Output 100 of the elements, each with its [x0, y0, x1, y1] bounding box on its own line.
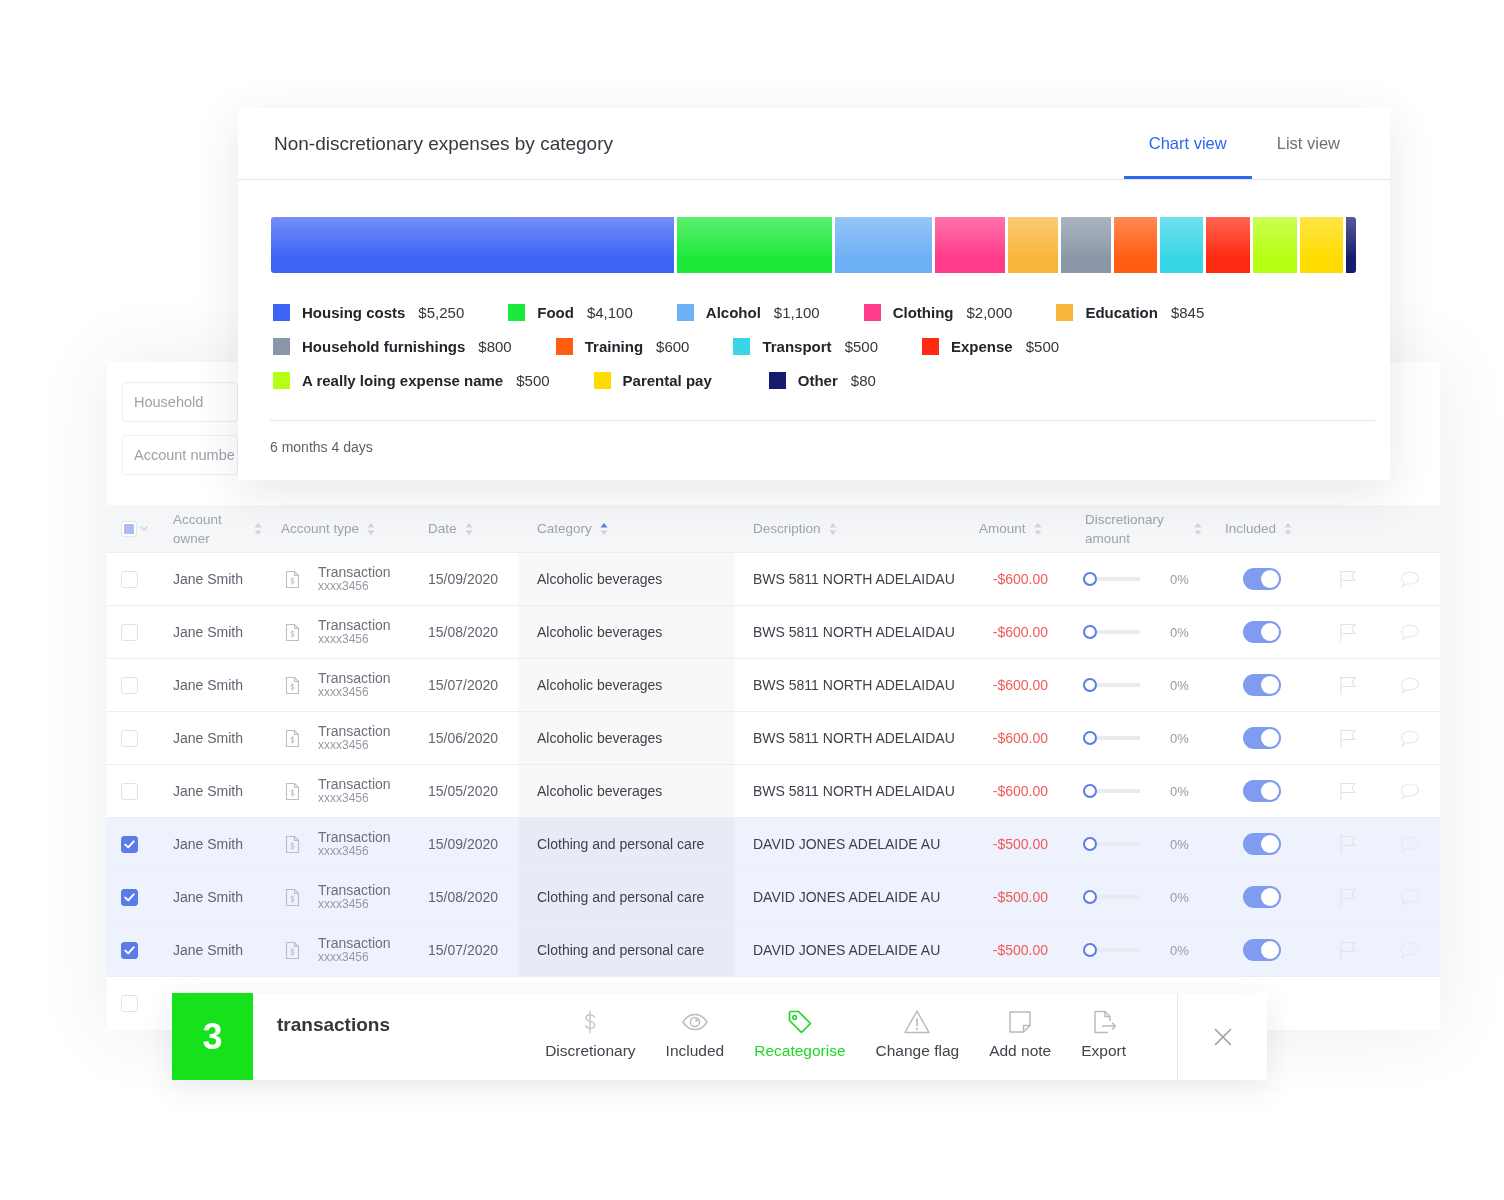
comment-icon[interactable] — [1400, 570, 1420, 588]
legend-label: Transport — [762, 337, 832, 355]
account-number: xxxx3456 — [318, 792, 370, 805]
row-checkbox[interactable] — [121, 835, 138, 853]
slider-thumb[interactable] — [1083, 625, 1097, 639]
comment-icon[interactable] — [1400, 623, 1420, 641]
action-button[interactable]: Included — [665, 1008, 725, 1061]
legend-value: $600 — [656, 337, 690, 355]
table-row[interactable]: Jane Smith Transaction xxxx3456 15/07/2020 Clothing and personal care DAVID JONES ADELAIDE AU -$500.00 0% — [107, 924, 1440, 977]
bar-segment — [1346, 217, 1356, 273]
document-icon — [285, 569, 300, 589]
account-type: Transaction — [318, 671, 391, 686]
table-cell: Alcoholic beverages — [519, 553, 735, 605]
legend-label: Parental pay — [622, 371, 712, 389]
table-cell-text: -$500.00 — [991, 888, 1049, 907]
account-number: xxxx3456 — [318, 898, 370, 911]
flag-icon[interactable] — [1338, 569, 1358, 589]
slider-thumb[interactable] — [1083, 890, 1097, 904]
table-row[interactable]: Jane Smith Transaction xxxx3456 15/09/2020 Clothing and personal care DAVID JONES ADELAIDE AU -$500.00 0% — [107, 818, 1440, 871]
legend-label: Clothing — [892, 303, 954, 321]
bar-segment — [1160, 217, 1203, 273]
table-cell-text: Jane Smith — [172, 729, 245, 748]
table-cell-text: -$600.00 — [991, 570, 1049, 589]
slider-thumb[interactable] — [1083, 943, 1097, 957]
table-cell-text: DAVID JONES ADELAIDE AU — [752, 835, 942, 854]
action-button[interactable]: Add note — [989, 1008, 1052, 1061]
table-cell-text: 15/08/2020 — [427, 623, 500, 642]
close-icon — [1212, 1026, 1233, 1047]
flag-icon[interactable] — [1338, 622, 1358, 642]
slider-thumb[interactable] — [1083, 784, 1097, 798]
table-cell-text: 15/07/2020 — [427, 941, 500, 960]
bar-segment — [1061, 217, 1111, 273]
legend-value: $800 — [478, 337, 512, 355]
included-toggle[interactable] — [1243, 727, 1281, 749]
document-icon — [285, 887, 300, 907]
included-toggle[interactable] — [1243, 939, 1281, 961]
included-toggle[interactable] — [1243, 621, 1281, 643]
comment-icon[interactable] — [1400, 729, 1420, 747]
table-cell-text: BWS 5811 NORTH ADELAIDAU — [752, 782, 956, 801]
sort-icon[interactable] — [599, 521, 608, 536]
table-row[interactable]: Jane Smith Transaction xxxx3456 15/07/2020 Alcoholic beverages BWS 5811 NORTH ADELAIDAU -$600.00 0% — [107, 659, 1440, 712]
table-cell-text: -$600.00 — [991, 676, 1049, 695]
select-all-checkbox[interactable] — [121, 520, 137, 537]
table-cell-text: -$600.00 — [991, 729, 1049, 748]
legend-label: Education — [1085, 303, 1158, 321]
row-checkbox[interactable] — [121, 888, 138, 906]
comment-icon[interactable] — [1400, 676, 1420, 694]
legend-value: $2,000 — [966, 303, 1013, 321]
warning-icon — [903, 1008, 932, 1036]
table-cell-text: DAVID JONES ADELAIDE AU — [752, 888, 942, 907]
filter-field[interactable]: Household — [122, 382, 238, 422]
included-toggle[interactable] — [1243, 886, 1281, 908]
period-text: 6 months 4 days — [270, 439, 373, 455]
table-row[interactable]: Jane Smith Transaction xxxx3456 15/08/2020 Alcoholic beverages BWS 5811 NORTH ADELAIDAU -$600.00 0% — [107, 606, 1440, 659]
table-cell-text: 15/09/2020 — [427, 835, 500, 854]
flag-icon[interactable] — [1338, 728, 1358, 748]
slider-thumb[interactable] — [1083, 837, 1097, 851]
table-row[interactable]: Jane Smith Transaction xxxx3456 15/09/2020 Alcoholic beverages BWS 5811 NORTH ADELAIDAU -$600.00 0% — [107, 553, 1440, 606]
account-type: Transaction — [318, 936, 391, 951]
row-checkbox[interactable] — [121, 941, 138, 959]
legend-label: Food — [537, 303, 574, 321]
legend-value: $4,100 — [586, 303, 633, 321]
flag-icon[interactable] — [1338, 675, 1358, 695]
slider-thumb[interactable] — [1083, 572, 1097, 586]
view-tab[interactable]: List view — [1251, 108, 1365, 179]
table-cell-text: BWS 5811 NORTH ADELAIDAU — [752, 676, 956, 695]
account-type: Transaction — [318, 565, 391, 580]
checkmark-icon — [124, 945, 135, 955]
view-tab[interactable]: Chart view — [1123, 108, 1252, 179]
included-toggle[interactable] — [1243, 780, 1281, 802]
caret-icon[interactable] — [140, 526, 148, 531]
table-cell: Clothing and personal care — [519, 924, 735, 976]
action-button[interactable]: Export — [1081, 1008, 1126, 1061]
table-row[interactable]: Jane Smith Transaction xxxx3456 15/08/2020 Clothing and personal care DAVID JONES ADELAIDE AU -$500.00 0% — [107, 871, 1440, 924]
table-cell-text: Jane Smith — [172, 888, 245, 907]
table-cell-text: 15/06/2020 — [427, 729, 500, 748]
slider-value: 0% — [1170, 836, 1189, 852]
bar-segment — [1300, 217, 1343, 273]
document-icon — [285, 834, 300, 854]
legend-label: Household furnishings — [302, 337, 466, 355]
included-toggle[interactable] — [1243, 833, 1281, 855]
table-row[interactable]: Jane Smith Transaction xxxx3456 15/06/2020 Alcoholic beverages BWS 5811 NORTH ADELAIDAU -$600.00 0% — [107, 712, 1440, 765]
legend-value: $500 — [844, 337, 878, 355]
table-row[interactable]: Jane Smith Transaction xxxx3456 15/05/2020 Alcoholic beverages BWS 5811 NORTH ADELAIDAU -$600.00 0% — [107, 765, 1440, 818]
close-button[interactable] — [1212, 1026, 1233, 1047]
legend-label: Alcohol — [705, 303, 761, 321]
legend-label: A really loing expense name — [302, 371, 504, 389]
flag-icon[interactable] — [1338, 781, 1358, 801]
bar-segment — [1114, 217, 1157, 273]
action-button[interactable]: Discretionary — [545, 1008, 636, 1061]
checkmark-icon — [124, 839, 135, 849]
action-button[interactable]: Change flag — [875, 1008, 960, 1061]
comment-icon[interactable] — [1400, 782, 1420, 800]
slider-value: 0% — [1170, 889, 1189, 905]
included-toggle[interactable] — [1243, 674, 1281, 696]
account-type: Transaction — [318, 883, 391, 898]
slider-thumb[interactable] — [1083, 731, 1097, 745]
included-toggle[interactable] — [1243, 568, 1281, 590]
slider-thumb[interactable] — [1083, 678, 1097, 692]
filter-field[interactable]: Account numbe — [122, 435, 238, 475]
